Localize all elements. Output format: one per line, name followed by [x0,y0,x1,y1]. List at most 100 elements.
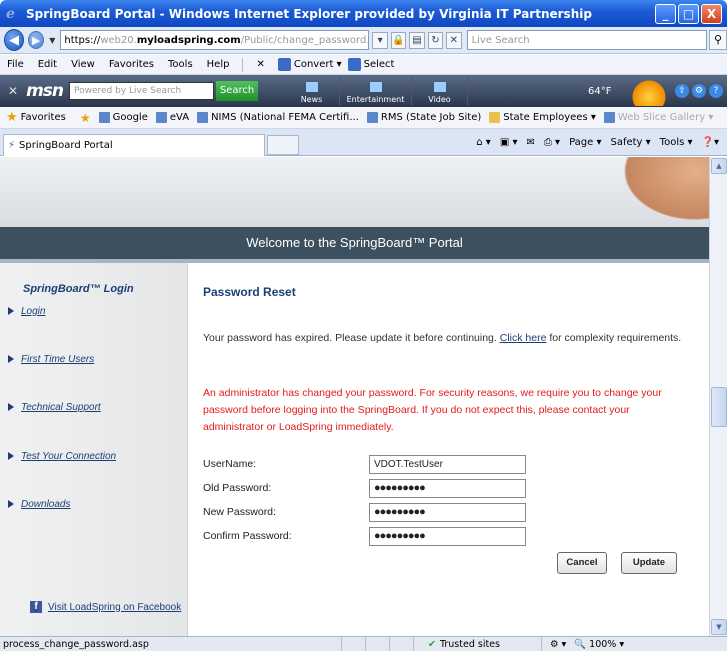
sidebar-item-test-connection[interactable]: Test Your Connection [8,451,116,462]
old-password-label: Old Password: [203,482,272,494]
msn-options-icon[interactable]: ⚙ [692,84,706,98]
sidebar-support-link[interactable]: Technical Support [21,402,101,413]
msn-close-icon[interactable]: ✕ [8,84,18,98]
url-path: /Public/change_password.asp [240,34,370,46]
sidebar-item-first-time-users[interactable]: First Time Users [8,354,94,365]
compatibility-icon[interactable]: ▤ [409,31,425,49]
fav-eva-label: eVA [169,112,190,123]
scroll-down-icon[interactable]: ▼ [711,619,727,635]
menu-file[interactable]: File [7,59,24,70]
page-menu[interactable]: Page ▾ [569,137,601,148]
update-button[interactable]: Update [621,552,677,574]
status-cell [342,636,366,651]
sidebar-test-link[interactable]: Test Your Connection [21,451,116,462]
help-icon[interactable]: ❓▾ [702,137,719,148]
ie-page-icon [603,112,615,123]
sidebar-item-technical-support[interactable]: Technical Support [8,402,101,413]
msn-entertainment-button[interactable]: Entertainment [340,76,412,106]
msn-help-icon[interactable]: ? [709,84,723,98]
fav-web-slice-label: Web Slice Gallery ▾ [617,112,714,123]
new-password-field[interactable]: ●●●●●●●●● [369,503,526,522]
menu-view[interactable]: View [71,59,95,70]
live-search-input[interactable]: Live Search [466,30,707,50]
lock-icon[interactable]: 🔒 [390,31,407,49]
menu-help[interactable]: Help [207,59,230,70]
fav-rms[interactable]: RMS (State Job Site) [366,112,481,123]
favorites-star-icon[interactable]: ★ [6,110,18,125]
msn-news-label: News [300,95,323,104]
menu-favorites[interactable]: Favorites [109,59,154,70]
security-zone[interactable]: ✔ Trusted sites [414,636,542,651]
close-button[interactable]: X [701,3,722,24]
feeds-icon[interactable]: ▣ ▾ [500,137,518,148]
fav-google[interactable]: Google [98,112,148,123]
minimize-button[interactable]: _ [655,3,676,24]
new-tab-button[interactable] [267,134,299,155]
zoom-control[interactable]: 🔍 100% ▾ [574,639,624,650]
status-text: process_change_password.asp [0,636,342,651]
old-password-field[interactable]: ●●●●●●●●● [369,479,526,498]
tab-springboard[interactable]: ⚡ SpringBoard Portal [3,133,265,156]
mail-icon[interactable]: ✉ [526,137,534,148]
cancel-button[interactable]: Cancel [557,552,607,574]
menu-divider [242,57,244,72]
msn-search-input[interactable]: Powered by Live Search [69,82,214,100]
fav-state-employees[interactable]: State Employees ▾ [489,112,596,123]
username-label: UserName: [203,458,257,470]
favorites-bar: ★ Favorites ★ Google eVA NIMS (National … [0,107,727,129]
security-zone-label: Trusted sites [439,638,500,650]
maximize-button[interactable]: □ [678,3,699,24]
msn-news-button[interactable]: News [284,76,340,106]
entertainment-icon [369,82,382,92]
sidebar-item-login[interactable]: Login [8,306,45,317]
sidebar-first-time-link[interactable]: First Time Users [21,354,94,365]
msn-search-placeholder: Powered by Live Search [74,86,182,96]
menu-tools[interactable]: Tools [168,59,193,70]
search-icon[interactable]: ⚲ [708,30,727,50]
sidebar-login-link[interactable]: Login [21,306,45,317]
fav-eva[interactable]: eVA [155,112,190,123]
fav-nims-label: NIMS (National FEMA Certifi... [211,112,359,123]
msn-nav: News Entertainment Video [284,76,468,106]
msn-entertainment-label: Entertainment [346,95,405,104]
complexity-link[interactable]: Click here [500,332,547,344]
history-dropdown-icon[interactable]: ▼ [49,36,55,45]
add-favorite-icon[interactable]: ★ [80,111,91,125]
address-field[interactable]: https:// web20. myloadspring.com /Public… [60,30,370,50]
weather-sun-icon[interactable] [632,76,666,106]
menu-bar: File Edit View Favorites Tools Help ✕ Co… [0,55,727,75]
back-button[interactable]: ◀ [4,29,24,51]
page-icon: ⚡ [8,139,16,151]
msn-temperature[interactable]: 64°F [588,86,628,97]
new-password-label: New Password: [203,506,276,518]
confirm-password-field[interactable]: ●●●●●●●●● [369,527,526,546]
msn-video-button[interactable]: Video [412,76,468,106]
facebook-link[interactable]: f Visit LoadSpring on Facebook [30,601,181,613]
facebook-icon: f [30,601,42,613]
convert-button[interactable]: Convert ▾ [277,58,342,71]
print-icon[interactable]: ⎙ ▾ [544,137,560,148]
safety-menu[interactable]: Safety ▾ [610,137,650,148]
forward-button[interactable]: ▶ [27,31,45,49]
select-button[interactable]: Select [347,58,394,71]
fav-nims[interactable]: NIMS (National FEMA Certifi... [197,112,359,123]
home-icon[interactable]: ⌂ ▾ [476,137,491,148]
sidebar-downloads-link[interactable]: Downloads [21,499,70,510]
stop-icon[interactable]: ✕ [446,31,462,49]
pdf-close-icon[interactable]: ✕ [256,59,264,70]
vertical-scrollbar[interactable]: ▲ ▼ [709,157,727,636]
favorites-button[interactable]: Favorites [21,112,66,123]
window-title: SpringBoard Portal - Windows Internet Ex… [26,6,592,21]
tools-menu[interactable]: Tools ▾ [660,137,693,148]
address-dropdown-icon[interactable]: ▾ [372,31,388,49]
msn-messenger-icon[interactable]: ⇧ [675,84,689,98]
fav-web-slice[interactable]: Web Slice Gallery ▾ [603,112,714,123]
protected-mode-icon[interactable]: ⚙ ▾ [550,639,566,650]
msn-search-button[interactable]: Search [216,81,258,101]
scroll-up-icon[interactable]: ▲ [711,158,727,174]
sidebar-item-downloads[interactable]: Downloads [8,499,70,510]
refresh-icon[interactable]: ↻ [427,31,444,49]
username-field[interactable]: VDOT.TestUser [369,455,526,474]
menu-edit[interactable]: Edit [38,59,57,70]
scroll-thumb[interactable] [711,387,727,427]
